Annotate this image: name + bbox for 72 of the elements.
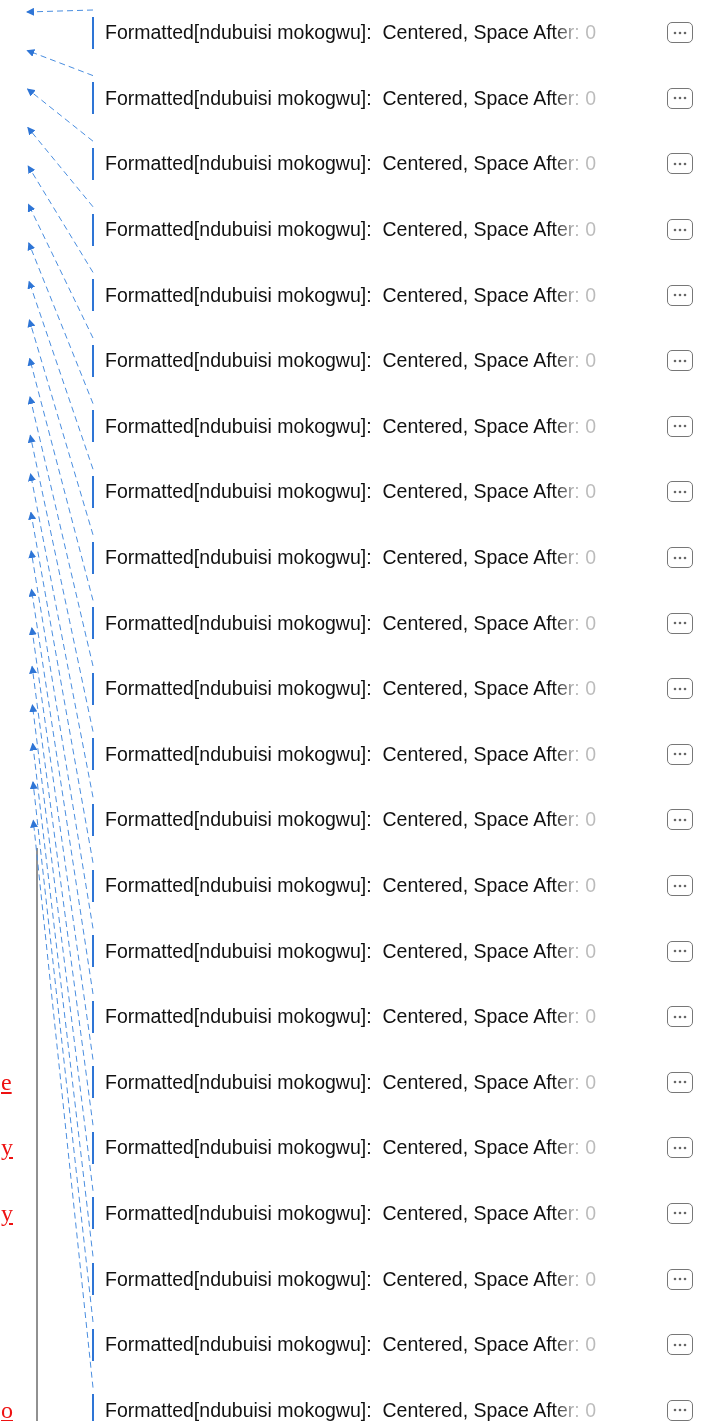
more-button[interactable] xyxy=(667,1006,693,1028)
more-button[interactable] xyxy=(667,940,693,962)
more-button[interactable] xyxy=(667,875,693,896)
document-text: o xyxy=(1,1396,13,1421)
comment-text: Formatted[ndubuisi mokogwu]: Centered, Space After: 0 xyxy=(105,1070,598,1094)
comment-text: Formatted[ndubuisi mokogwu]: Centered, Space After: 0 xyxy=(105,546,598,570)
leader-line xyxy=(26,7,94,16)
comment-text: Formatted[ndubuisi mokogwu]: Centered, Space After: 0 xyxy=(105,1398,598,1421)
ellipsis-icon xyxy=(673,949,687,954)
ellipsis-icon xyxy=(673,1211,687,1216)
ellipsis-icon xyxy=(673,1342,687,1347)
comment-text: Formatted[ndubuisi mokogwu]: Centered, Space After: 0 xyxy=(105,414,598,438)
comment-text: Formatted[ndubuisi mokogwu]: Centered, Space After: 0 xyxy=(105,21,598,45)
ellipsis-icon xyxy=(673,489,687,494)
leader-line xyxy=(26,49,94,77)
comment-text: Formatted[ndubuisi mokogwu]: Centered, Space After: 0 xyxy=(105,611,598,635)
more-button[interactable] xyxy=(667,1203,693,1224)
ellipsis-icon xyxy=(673,621,687,626)
comment-text: Formatted[ndubuisi mokogwu]: Centered, Space After: 0 xyxy=(105,1333,598,1357)
ellipsis-icon xyxy=(673,752,687,757)
more-button[interactable] xyxy=(667,547,693,569)
comment-text: Formatted[ndubuisi mokogwu]: Centered, Space After: 0 xyxy=(105,677,598,701)
more-button[interactable] xyxy=(667,612,693,634)
ellipsis-icon xyxy=(673,1277,687,1282)
comment-text: Formatted[ndubuisi mokogwu]: Centered, Space After: 0 xyxy=(105,218,598,242)
ellipsis-icon xyxy=(673,162,687,166)
comment-text: Formatted[ndubuisi mokogwu]: Centered, Space After: 0 xyxy=(105,1005,598,1029)
ellipsis-icon xyxy=(673,227,687,232)
comment-text: Formatted[ndubuisi mokogwu]: Centered, Space After: 0 xyxy=(105,349,598,373)
comment-text: Formatted[ndubuisi mokogwu]: Centered, Space After: 0 xyxy=(105,152,598,176)
ellipsis-icon xyxy=(673,96,687,101)
comment-text: Formatted[ndubuisi mokogwu]: Centered, Space After: 0 xyxy=(105,1267,598,1291)
ellipsis-icon xyxy=(673,1408,687,1413)
ellipsis-icon xyxy=(673,1014,687,1019)
more-button[interactable] xyxy=(667,87,693,109)
document-text: e xyxy=(1,1068,12,1096)
more-button[interactable] xyxy=(667,415,693,437)
more-button[interactable] xyxy=(667,1399,693,1421)
more-button[interactable] xyxy=(667,219,693,241)
comment-text: Formatted[ndubuisi mokogwu]: Centered, Space After: 0 xyxy=(105,480,598,504)
ellipsis-icon xyxy=(673,555,687,560)
more-button[interactable] xyxy=(667,743,693,765)
more-button[interactable] xyxy=(667,1268,693,1290)
ellipsis-icon xyxy=(673,817,687,822)
document-text: y xyxy=(1,1200,13,1227)
comment-text: Formatted[ndubuisi mokogwu]: Centered, Space After: 0 xyxy=(105,1202,598,1225)
comment-text: Formatted[ndubuisi mokogwu]: Centered, Space After: 0 xyxy=(105,742,598,766)
more-button[interactable] xyxy=(667,1071,693,1093)
comment-text: Formatted[ndubuisi mokogwu]: Centered, Space After: 0 xyxy=(105,283,598,307)
ellipsis-icon xyxy=(673,293,687,298)
more-button[interactable] xyxy=(667,678,693,700)
comment-text: Formatted[ndubuisi mokogwu]: Centered, Space After: 0 xyxy=(105,874,598,897)
comment-text: Formatted[ndubuisi mokogwu]: Centered, Space After: 0 xyxy=(105,1136,598,1160)
more-button[interactable] xyxy=(667,153,693,175)
more-button[interactable] xyxy=(667,1137,693,1159)
comment-text: Formatted[ndubuisi mokogwu]: Centered, Space After: 0 xyxy=(105,86,598,110)
more-button[interactable] xyxy=(667,350,693,372)
ellipsis-icon xyxy=(673,1145,687,1150)
ellipsis-icon xyxy=(673,686,687,691)
ellipsis-icon xyxy=(673,424,687,429)
ellipsis-icon xyxy=(673,358,687,363)
comment-text: Formatted[ndubuisi mokogwu]: Centered, Space After: 0 xyxy=(105,939,598,963)
ellipsis-icon xyxy=(673,883,687,888)
more-button[interactable] xyxy=(667,284,693,306)
comment-text: Formatted[ndubuisi mokogwu]: Centered, Space After: 0 xyxy=(105,808,598,832)
more-button[interactable] xyxy=(667,481,693,503)
more-button[interactable] xyxy=(667,809,693,831)
more-button[interactable] xyxy=(667,22,693,44)
document-text: y xyxy=(1,1134,13,1162)
more-button[interactable] xyxy=(667,1334,693,1356)
ellipsis-icon xyxy=(673,30,687,35)
ellipsis-icon xyxy=(673,1080,687,1085)
